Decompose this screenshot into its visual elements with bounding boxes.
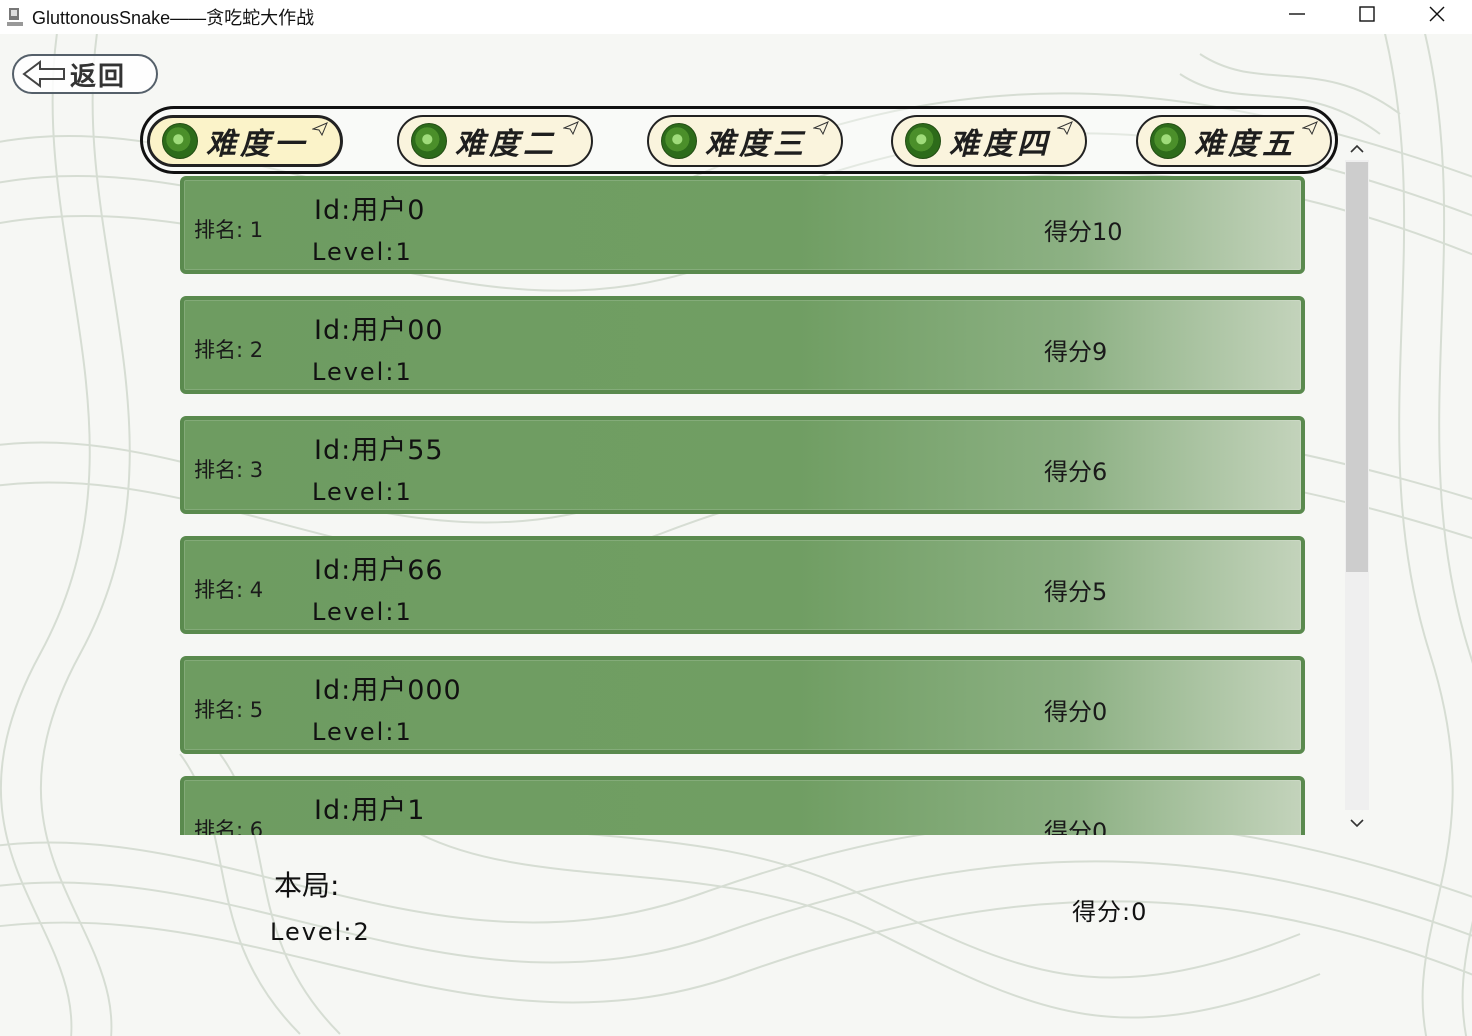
user-id-label: Id:用户1 — [314, 795, 426, 826]
app-icon — [7, 8, 23, 26]
ranking-row[interactable]: 排名: 6 Id:用户1 得分0 — [180, 776, 1305, 835]
level-label: Level:1 — [312, 598, 413, 626]
difficulty-tab-bar: 难度一 难度二 难度三 难度四 难度五 — [140, 106, 1338, 174]
user-id-label: Id:用户00 — [314, 315, 444, 346]
score-label: 得分0 — [1044, 818, 1108, 835]
tab-label: 难度一 — [206, 127, 308, 162]
minimize-button[interactable] — [1262, 0, 1332, 28]
tab-label: 难度三 — [705, 127, 807, 162]
ranking-row[interactable]: 排名: 5 Id:用户000 Level:1 得分0 — [180, 656, 1305, 754]
scroll-up-arrow-icon[interactable] — [1348, 142, 1366, 156]
rank-label: 排名: 6 — [194, 818, 264, 835]
paper-plane-icon — [312, 122, 328, 136]
close-icon — [1429, 6, 1445, 22]
tab-label: 难度五 — [1194, 127, 1296, 162]
rank-label: 排名: 3 — [194, 458, 264, 482]
user-id-label: Id:用户000 — [314, 675, 462, 706]
close-button[interactable] — [1402, 0, 1472, 28]
scrollbar-thumb[interactable] — [1346, 162, 1368, 572]
current-game-label: 本局: — [274, 869, 340, 902]
window-title: GluttonousSnake——贪吃蛇大作战 — [32, 8, 315, 28]
green-ball-icon — [162, 123, 198, 159]
tab-label: 难度四 — [949, 127, 1051, 162]
paper-plane-icon — [813, 121, 829, 135]
maximize-button[interactable] — [1332, 0, 1402, 28]
tab-difficulty-2[interactable]: 难度二 — [397, 115, 593, 167]
maximize-icon — [1359, 6, 1375, 22]
title-bar: GluttonousSnake——贪吃蛇大作战 — [0, 0, 1472, 34]
rank-label: 排名: 2 — [194, 338, 264, 362]
paper-plane-icon — [1057, 121, 1073, 135]
green-ball-icon — [411, 123, 447, 159]
level-label: Level:1 — [312, 238, 413, 266]
tab-difficulty-5[interactable]: 难度五 — [1136, 115, 1332, 167]
ranking-list[interactable]: 排名: 1 Id:用户0 Level:1 得分10 排名: 2 Id:用户00 … — [180, 174, 1310, 835]
paper-plane-icon — [1302, 121, 1318, 135]
tab-label: 难度二 — [455, 127, 557, 162]
user-id-label: Id:用户55 — [314, 435, 444, 466]
ranking-row[interactable]: 排名: 2 Id:用户00 Level:1 得分9 — [180, 296, 1305, 394]
current-score-label: 得分:0 — [1072, 898, 1148, 926]
level-label: Level:1 — [312, 358, 413, 386]
ranking-row[interactable]: 排名: 1 Id:用户0 Level:1 得分10 — [180, 176, 1305, 274]
game-window: 返回 难度一 难度二 难度三 难度四 难度五 排名: 1 Id:用户0 Leve… — [0, 34, 1472, 1036]
current-level-label: Level:2 — [270, 918, 371, 946]
rank-label: 排名: 1 — [194, 218, 264, 242]
minimize-icon — [1289, 13, 1305, 15]
level-label: Level:1 — [312, 478, 413, 506]
green-ball-icon — [1150, 123, 1186, 159]
paper-plane-icon — [563, 121, 579, 135]
user-id-label: Id:用户66 — [314, 555, 444, 586]
score-label: 得分5 — [1044, 578, 1108, 606]
rank-label: 排名: 5 — [194, 698, 264, 722]
level-label: Level:1 — [312, 718, 413, 746]
score-label: 得分9 — [1044, 338, 1108, 366]
score-label: 得分10 — [1044, 218, 1123, 246]
back-arrow-icon — [22, 60, 65, 88]
back-button-label: 返回 — [70, 61, 127, 92]
ranking-row[interactable]: 排名: 4 Id:用户66 Level:1 得分5 — [180, 536, 1305, 634]
tab-difficulty-1[interactable]: 难度一 — [147, 115, 343, 167]
ranking-row[interactable]: 排名: 3 Id:用户55 Level:1 得分6 — [180, 416, 1305, 514]
user-id-label: Id:用户0 — [314, 195, 426, 226]
tab-difficulty-4[interactable]: 难度四 — [891, 115, 1087, 167]
rank-label: 排名: 4 — [194, 578, 264, 602]
score-label: 得分6 — [1044, 458, 1108, 486]
tab-difficulty-3[interactable]: 难度三 — [647, 115, 843, 167]
scroll-down-arrow-icon[interactable] — [1348, 816, 1366, 830]
back-button[interactable]: 返回 — [12, 54, 158, 94]
score-label: 得分0 — [1044, 698, 1108, 726]
green-ball-icon — [661, 123, 697, 159]
green-ball-icon — [905, 123, 941, 159]
